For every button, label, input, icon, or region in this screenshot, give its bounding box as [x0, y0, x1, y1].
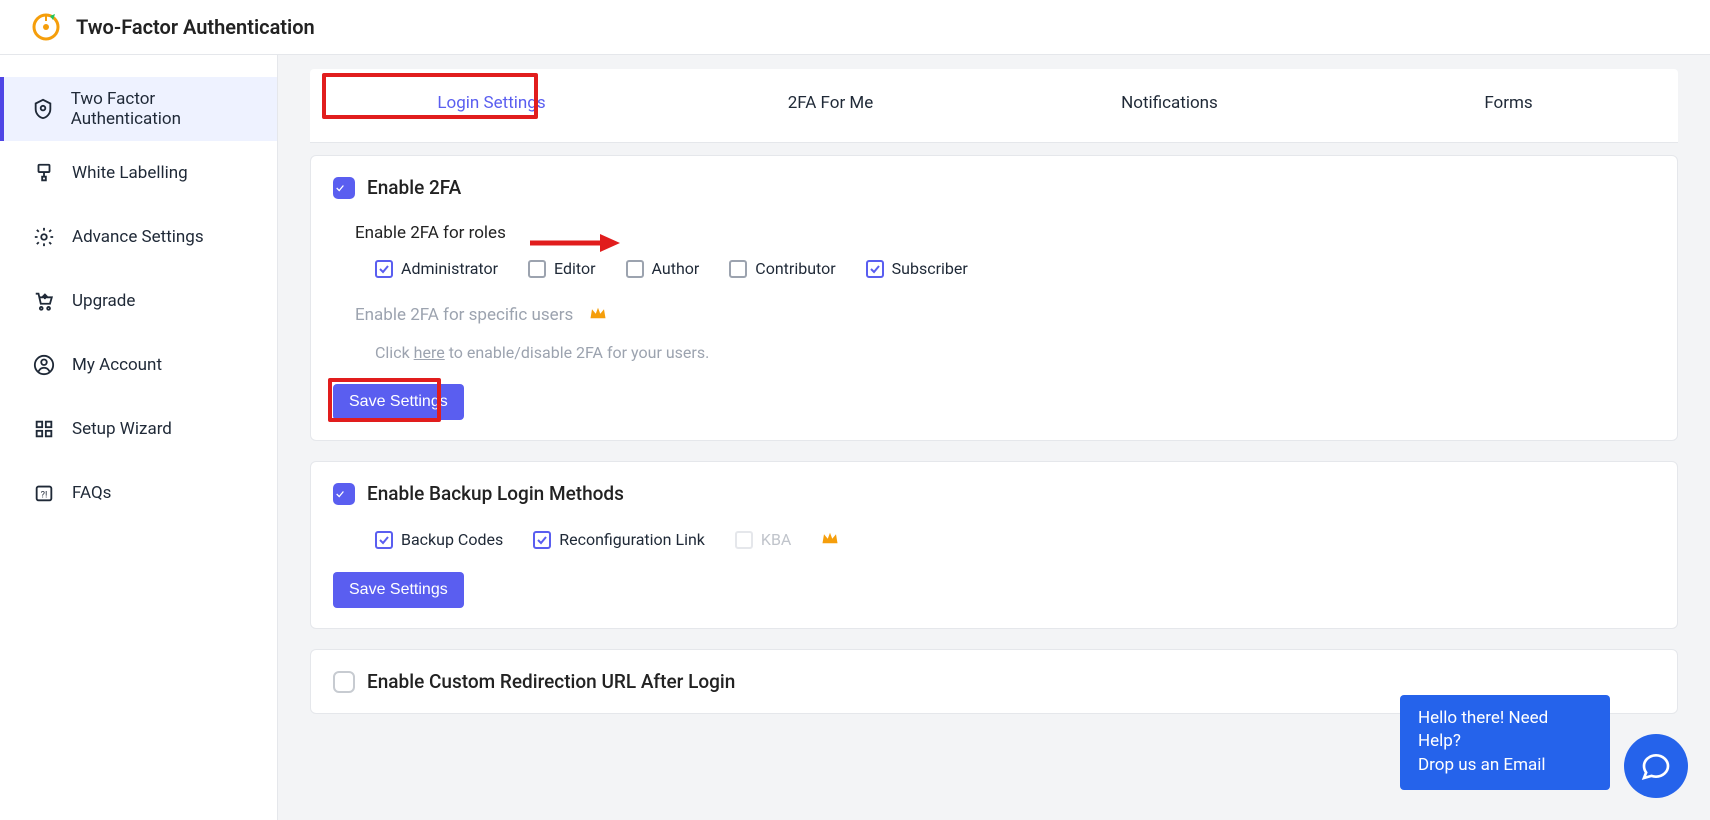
- enable-redirect-label: Enable Custom Redirection URL After Logi…: [367, 670, 735, 693]
- backup-codes-label: Backup Codes: [401, 530, 503, 549]
- crown-icon: [589, 304, 607, 325]
- specific-users-help: Click here to enable/disable 2FA for you…: [375, 343, 1655, 362]
- tab-2fa-for-me[interactable]: 2FA For Me: [661, 69, 1000, 142]
- user-icon: [32, 354, 56, 376]
- role-editor-checkbox[interactable]: [528, 260, 546, 278]
- sidebar-item-setup-wizard[interactable]: Setup Wizard: [0, 397, 277, 461]
- role-editor-label: Editor: [554, 259, 595, 278]
- help-banner[interactable]: Hello there! Need Help? Drop us an Email: [1400, 695, 1610, 790]
- shield-icon: [32, 98, 55, 120]
- main-content: Login Settings 2FA For Me Notifications …: [278, 55, 1710, 820]
- sidebar-item-two-factor-authentication[interactable]: Two Factor Authentication: [0, 77, 277, 141]
- specific-users-label: Enable 2FA for specific users: [355, 305, 573, 325]
- annotation-arrow: [528, 232, 620, 254]
- reconfig-link-label: Reconfiguration Link: [559, 530, 705, 549]
- tab-forms[interactable]: Forms: [1339, 69, 1678, 142]
- topbar: Two-Factor Authentication: [0, 0, 1710, 55]
- crown-icon: [821, 529, 839, 550]
- sidebar-item-label: Two Factor Authentication: [71, 89, 259, 129]
- sidebar-item-label: Setup Wizard: [72, 419, 172, 439]
- enable-2fa-label: Enable 2FA: [367, 176, 461, 199]
- gear-icon: [32, 226, 56, 248]
- enable-backup-checkbox[interactable]: [333, 483, 355, 505]
- sidebar-item-white-labelling[interactable]: White Labelling: [0, 141, 277, 205]
- svg-text:?!: ?!: [41, 491, 48, 501]
- role-author-checkbox[interactable]: [626, 260, 644, 278]
- sidebar-item-label: Advance Settings: [72, 227, 204, 247]
- sidebar: Two Factor Authentication White Labellin…: [0, 55, 278, 820]
- sidebar-item-label: My Account: [72, 355, 162, 375]
- role-author-label: Author: [652, 259, 700, 278]
- sidebar-item-label: White Labelling: [72, 163, 188, 183]
- sidebar-item-my-account[interactable]: My Account: [0, 333, 277, 397]
- enable-2fa-card: Enable 2FA Enable 2FA for roles Administ…: [310, 155, 1678, 441]
- backup-codes-checkbox[interactable]: [375, 531, 393, 549]
- save-settings-button-2[interactable]: Save Settings: [333, 572, 464, 608]
- annotation-highlight-tab: [322, 73, 538, 119]
- sidebar-item-upgrade[interactable]: Upgrade: [0, 269, 277, 333]
- annotation-highlight-save: [328, 378, 441, 422]
- calendar-question-icon: ?!: [32, 482, 56, 504]
- specific-users-here-link[interactable]: here: [414, 343, 445, 362]
- kba-label: KBA: [761, 530, 791, 549]
- role-subscriber-label: Subscriber: [892, 259, 968, 278]
- chat-icon: [1640, 750, 1672, 782]
- role-contributor-checkbox[interactable]: [729, 260, 747, 278]
- tab-notifications[interactable]: Notifications: [1000, 69, 1339, 142]
- sidebar-item-advance-settings[interactable]: Advance Settings: [0, 205, 277, 269]
- app-logo-icon: [30, 11, 62, 43]
- sidebar-item-label: Upgrade: [72, 291, 135, 311]
- roles-row: Administrator Editor Author Contributor …: [375, 259, 1655, 278]
- role-contributor-label: Contributor: [755, 259, 835, 278]
- enable-backup-label: Enable Backup Login Methods: [367, 482, 624, 505]
- tabs: Login Settings 2FA For Me Notifications …: [310, 69, 1678, 143]
- role-administrator-label: Administrator: [401, 259, 498, 278]
- help-line2: Drop us an Email: [1418, 754, 1592, 778]
- chat-button[interactable]: [1624, 734, 1688, 798]
- sidebar-item-label: FAQs: [72, 483, 111, 503]
- backup-login-card: Enable Backup Login Methods Backup Codes…: [310, 461, 1678, 629]
- enable-2fa-checkbox[interactable]: [333, 177, 355, 199]
- role-administrator-checkbox[interactable]: [375, 260, 393, 278]
- cart-icon: [32, 290, 56, 312]
- help-line1: Hello there! Need Help?: [1418, 707, 1592, 755]
- kba-checkbox: [735, 531, 753, 549]
- reconfig-link-checkbox[interactable]: [533, 531, 551, 549]
- page-title: Two-Factor Authentication: [76, 15, 315, 39]
- brush-icon: [32, 162, 56, 184]
- role-subscriber-checkbox[interactable]: [866, 260, 884, 278]
- grid-icon: [32, 418, 56, 440]
- sidebar-item-faqs[interactable]: ?! FAQs: [0, 461, 277, 525]
- enable-redirect-checkbox[interactable]: [333, 671, 355, 693]
